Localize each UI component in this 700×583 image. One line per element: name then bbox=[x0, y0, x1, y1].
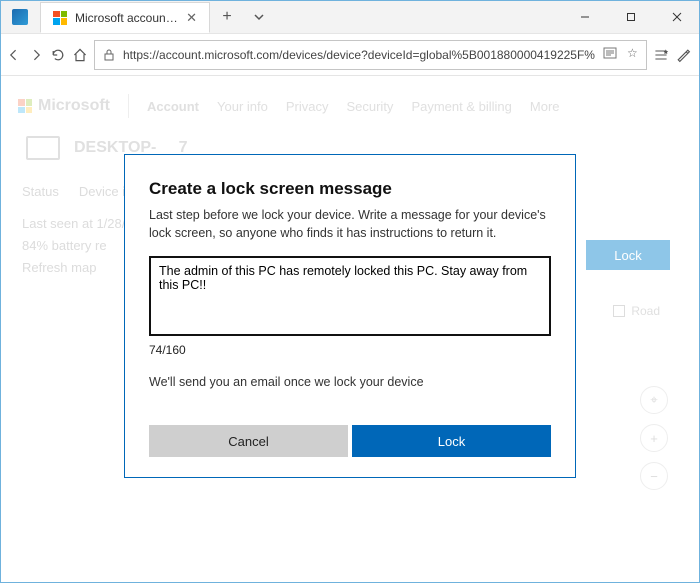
microsoft-favicon bbox=[53, 11, 67, 25]
app-icon bbox=[0, 0, 40, 33]
modal-description: Last step before we lock your device. Wr… bbox=[149, 207, 551, 242]
window-controls bbox=[562, 0, 700, 33]
tab-title: Microsoft account | Dev bbox=[75, 11, 178, 25]
notes-icon[interactable] bbox=[675, 40, 691, 70]
navbar: https://account.microsoft.com/devices/de… bbox=[0, 34, 700, 76]
titlebar: Microsoft account | Dev ✕ + bbox=[0, 0, 700, 34]
modal-title: Create a lock screen message bbox=[149, 179, 551, 199]
close-window-button[interactable] bbox=[654, 0, 700, 33]
maximize-button[interactable] bbox=[608, 0, 654, 33]
close-tab-icon[interactable]: ✕ bbox=[186, 10, 197, 26]
reader-icon[interactable] bbox=[603, 46, 617, 63]
email-note: We'll send you an email once we lock you… bbox=[149, 375, 551, 389]
char-counter: 74/160 bbox=[149, 343, 551, 357]
address-bar[interactable]: https://account.microsoft.com/devices/de… bbox=[94, 40, 647, 70]
home-button[interactable] bbox=[72, 38, 88, 72]
minimize-button[interactable] bbox=[562, 0, 608, 33]
new-tab-button[interactable]: + bbox=[210, 0, 244, 33]
favorites-hub-icon[interactable] bbox=[653, 40, 669, 70]
favorite-icon[interactable]: ☆ bbox=[627, 46, 638, 63]
lock-button[interactable]: Lock bbox=[352, 425, 551, 457]
cancel-button[interactable]: Cancel bbox=[149, 425, 348, 457]
modal-overlay: Create a lock screen message Last step b… bbox=[0, 76, 700, 583]
refresh-button[interactable] bbox=[50, 38, 66, 72]
forward-button[interactable] bbox=[28, 38, 44, 72]
lock-message-modal: Create a lock screen message Last step b… bbox=[124, 154, 576, 478]
lock-message-input[interactable] bbox=[149, 256, 551, 336]
browser-tab[interactable]: Microsoft account | Dev ✕ bbox=[40, 2, 210, 33]
lock-icon bbox=[103, 49, 115, 61]
tabs-dropdown-icon[interactable] bbox=[244, 0, 274, 33]
url-text: https://account.microsoft.com/devices/de… bbox=[123, 48, 595, 62]
back-button[interactable] bbox=[6, 38, 22, 72]
